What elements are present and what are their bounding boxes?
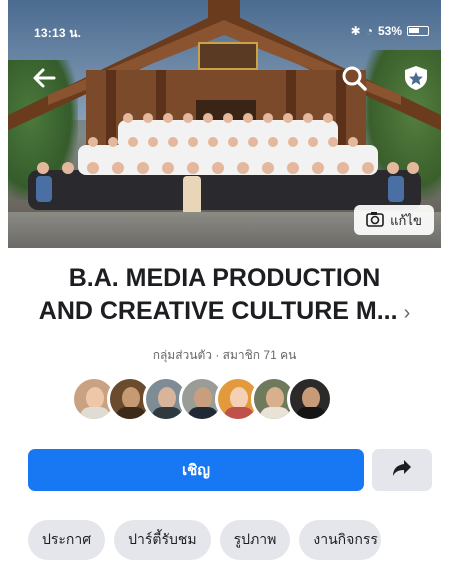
wifi-icon: ◔	[365, 24, 373, 38]
share-button[interactable]	[372, 449, 432, 491]
battery-percent: 53%	[377, 24, 402, 38]
tab-watch-party[interactable]: ปาร์ตี้รับชม	[114, 520, 211, 560]
status-bar: 13:13 น. ✱ ◔ 53%	[8, 0, 441, 44]
building-sign	[198, 42, 258, 70]
back-arrow-icon[interactable]	[30, 64, 58, 92]
group-title-line1: B.A. MEDIA PRODUCTION	[68, 264, 381, 292]
group-meta[interactable]: กลุ่มส่วนตัว · สมาชิก 71 คน	[0, 346, 449, 365]
invite-button[interactable]: เชิญ	[28, 449, 364, 491]
battery-icon	[407, 26, 429, 36]
camera-icon	[366, 211, 384, 230]
group-photo-crowd	[28, 113, 421, 216]
chevron-right-icon: ›	[403, 302, 411, 324]
member-avatars[interactable]	[71, 376, 333, 426]
tab-photos[interactable]: รูปภาพ	[219, 520, 291, 560]
group-page: 13:13 น. ✱ ◔ 53% แก้ไข B.A. MEDIA PRODUC…	[0, 0, 449, 583]
shield-icon[interactable]	[402, 64, 430, 92]
group-tabs: ประกาศ ปาร์ตี้รับชม รูปภาพ งานกิจกรร	[28, 520, 382, 560]
search-icon[interactable]	[340, 64, 368, 92]
edit-cover-label: แก้ไข	[390, 212, 422, 228]
share-arrow-icon	[392, 459, 412, 482]
status-time: 13:13 น.	[34, 26, 82, 40]
avatar[interactable]	[287, 376, 333, 422]
bluetooth-icon: ✱	[350, 24, 361, 38]
group-title-line2: AND CREATIVE CULTURE M...	[38, 297, 398, 325]
tab-events[interactable]: งานกิจกรร	[299, 520, 382, 560]
group-title[interactable]: B.A. MEDIA PRODUCTION AND CREATIVE CULTU…	[0, 262, 449, 330]
status-icons: ✱ ◔ 53%	[351, 24, 429, 38]
invite-label: เชิญ	[181, 462, 211, 479]
tab-announcements[interactable]: ประกาศ	[28, 520, 106, 560]
edit-cover-button[interactable]: แก้ไข	[354, 205, 434, 235]
